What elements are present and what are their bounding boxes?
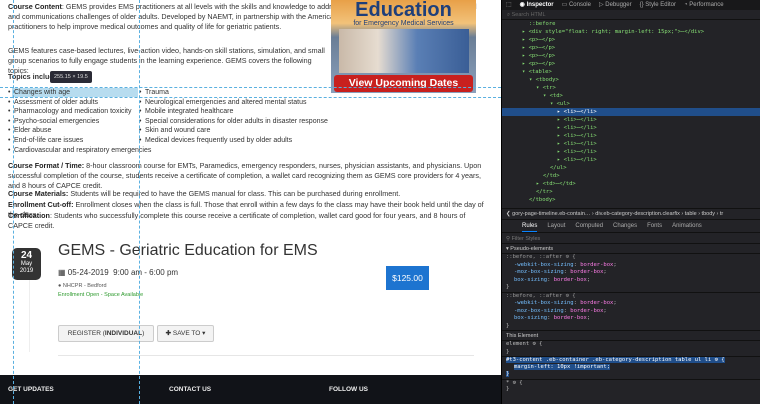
tree-node[interactable]: ▸ <li>⋯</li> bbox=[502, 108, 760, 116]
timeline-line bbox=[29, 280, 30, 352]
pseudo-elements-header[interactable]: ▾ Pseudo-elements bbox=[502, 244, 760, 254]
price-badge: $125.00 bbox=[386, 266, 429, 290]
tree-node[interactable]: ▾ <ul> bbox=[502, 100, 760, 108]
selected-rule-property[interactable]: margin-left: 10px !important; bbox=[514, 363, 611, 370]
topic-item: Pharmacology and medication toxicity bbox=[8, 107, 151, 117]
breadcrumb[interactable]: ❮ gory-page-timeline.eb-contain… › div.e… bbox=[502, 208, 760, 220]
rules-tab-changes[interactable]: Changes bbox=[613, 220, 637, 232]
format-paragraph: Course Format / Time: 8-hour classroom c… bbox=[8, 161, 482, 190]
tree-node[interactable]: ▸ <li>⋯</li> bbox=[502, 156, 760, 164]
tree-node[interactable]: ::before bbox=[502, 20, 760, 28]
tree-node[interactable]: ▸ <p>⋯</p> bbox=[502, 36, 760, 44]
materials-paragraph: Course Materials: Students will be requi… bbox=[8, 189, 401, 198]
pick-element-icon[interactable]: ⬚ bbox=[506, 0, 512, 10]
css-declaration[interactable]: -webkit-box-sizing: border-box; bbox=[502, 262, 760, 270]
css-declaration[interactable]: -moz-box-sizing: border-box; bbox=[502, 269, 760, 277]
topics-list-left: Changes with ageAssessment of older adul… bbox=[8, 88, 151, 155]
tree-node[interactable]: </ul> bbox=[502, 164, 760, 172]
footer-contact-us: CONTACT US bbox=[169, 386, 212, 393]
divider bbox=[58, 355, 474, 356]
guide-line bbox=[0, 87, 501, 88]
save-to-dropdown[interactable]: ✚ SAVE TO ▾ bbox=[157, 325, 214, 342]
html-tree: ::before ▸ <div style="float: right; marg… bbox=[502, 20, 760, 204]
topic-item: End-of-life care issues bbox=[8, 136, 151, 146]
inspector-tooltip: 255.15 × 19.5 bbox=[50, 71, 92, 83]
topic-item: Psycho-social emergencies bbox=[8, 117, 151, 127]
rules-pane: ⚲ Filter Styles ▾ Pseudo-elements ::befo… bbox=[502, 234, 760, 394]
console-icon: ▭ bbox=[561, 2, 569, 8]
topic-item: Cardiovascular and respiratory emergenci… bbox=[8, 146, 151, 156]
css-declaration[interactable]: box-sizing: border-box; bbox=[502, 315, 760, 323]
tree-node[interactable]: ▸ <td>⋯</td> bbox=[502, 180, 760, 188]
search-html-input[interactable]: ⌕ Search HTML bbox=[502, 10, 760, 20]
topic-item: Medical devices frequently used by older… bbox=[139, 136, 328, 146]
topic-item: Mobile integrated healthcare bbox=[139, 107, 328, 117]
rules-tab-fonts[interactable]: Fonts bbox=[647, 220, 662, 232]
ad-title: Education bbox=[355, 0, 452, 21]
guide-line bbox=[0, 97, 501, 98]
rules-tab-layout[interactable]: Layout bbox=[547, 220, 565, 232]
guide-line bbox=[13, 0, 14, 404]
selected-rule-selector[interactable]: #t3-content .eb-container .eb-category-d… bbox=[506, 357, 725, 363]
devtools-tab-console[interactable]: ▭ Console bbox=[562, 0, 591, 10]
devtools-tab-style-editor[interactable]: {} Style Editor bbox=[640, 0, 676, 10]
devtools-tab-debugger[interactable]: ▷ Debugger bbox=[599, 0, 632, 10]
css-declaration[interactable]: -moz-box-sizing: border-box; bbox=[502, 308, 760, 316]
tree-node[interactable]: ▸ <li>⋯</li> bbox=[502, 132, 760, 140]
devtools-toolbar: ⬚ ◉ Inspector ▭ Console ▷ Debugger {} Style … bbox=[502, 0, 760, 10]
css-declaration[interactable]: box-sizing: border-box; bbox=[502, 277, 760, 285]
topic-item: Neurological emergencies and altered men… bbox=[139, 98, 328, 108]
rules-tab-rules[interactable]: Rules bbox=[522, 220, 538, 232]
topic-item: Assessment of older adults bbox=[8, 98, 151, 108]
inspector-icon: ◉ bbox=[519, 2, 527, 8]
tree-node[interactable]: ▸ <li>⋯</li> bbox=[502, 148, 760, 156]
devtools-panel: ⬚ ◉ Inspector ▭ Console ▷ Debugger {} Style … bbox=[501, 0, 760, 404]
certification-paragraph: Certification: Students who successfully… bbox=[8, 211, 466, 230]
tree-node[interactable]: ▸ <li>⋯</li> bbox=[502, 116, 760, 124]
this-element-header: This Element bbox=[502, 331, 760, 341]
tree-node[interactable]: ▸ <div style="float: right; margin-left:… bbox=[502, 28, 760, 36]
rules-tab-computed[interactable]: Computed bbox=[575, 220, 603, 232]
tree-node[interactable]: </tr> bbox=[502, 188, 760, 196]
tree-node[interactable]: ▾ <table> bbox=[502, 68, 760, 76]
ad-subtitle: for Emergency Medical Services bbox=[353, 20, 454, 27]
guide-line bbox=[139, 0, 140, 404]
plus-icon: ✚ bbox=[165, 330, 173, 337]
css-declaration[interactable]: -webkit-box-sizing: border-box; bbox=[502, 300, 760, 308]
event-status: Enrollment Open - Space Available bbox=[58, 292, 144, 298]
footer-get-updates: GET UPDATES bbox=[8, 386, 54, 393]
rules-tab-animations[interactable]: Animations bbox=[672, 220, 702, 232]
tree-node[interactable]: ▾ <tbody> bbox=[502, 76, 760, 84]
tree-node[interactable]: ▸ <p>⋯</p> bbox=[502, 52, 760, 60]
rules-tabs: Rules Layout Computed Changes Fonts Animation… bbox=[502, 220, 760, 233]
calendar-icon: ▦ bbox=[58, 268, 68, 277]
topic-item: Skin and wound care bbox=[139, 126, 328, 136]
filter-styles-input[interactable]: ⚲ Filter Styles bbox=[502, 234, 760, 244]
topic-item: Elder abuse bbox=[8, 126, 151, 136]
footer-follow-us: FOLLOW US bbox=[329, 386, 368, 393]
event-date-badge: 24 May 2019 bbox=[12, 248, 41, 280]
web-page: Course Content: GEMS provides EMS practi… bbox=[0, 0, 501, 404]
tree-node[interactable]: ▾ <tr> bbox=[502, 84, 760, 92]
tree-node[interactable]: ▸ <li>⋯</li> bbox=[502, 140, 760, 148]
caret-down-icon: ▾ bbox=[200, 330, 206, 337]
footer: GET UPDATES CONTACT US FOLLOW US bbox=[0, 375, 501, 404]
devtools-tab-performance[interactable]: ◔ Performance bbox=[684, 0, 724, 10]
tree-node[interactable]: ▸ <p>⋯</p> bbox=[502, 44, 760, 52]
ad-photo bbox=[339, 29, 469, 73]
tree-node[interactable]: ▾ <td> bbox=[502, 92, 760, 100]
tree-node[interactable]: </td> bbox=[502, 172, 760, 180]
pseudo-rule-2: ::before, ::after ⚙ {-webkit-box-sizing:… bbox=[502, 293, 760, 331]
devtools-tab-inspector[interactable]: ◉ Inspector bbox=[520, 0, 554, 10]
tree-node[interactable]: ▸ <p>⋯</p> bbox=[502, 60, 760, 68]
pseudo-rule-1: ::before, ::after ⚙ {-webkit-box-sizing:… bbox=[502, 254, 760, 293]
tree-node[interactable]: </tbody> bbox=[502, 196, 760, 204]
event-datetime: ▦ 05-24-2019 9:00 am - 6:00 pm bbox=[58, 268, 179, 277]
tree-node[interactable]: ▸ <li>⋯</li> bbox=[502, 124, 760, 132]
topic-item: Special considerations for older adults … bbox=[139, 117, 328, 127]
event-title[interactable]: GEMS - Geriatric Education for EMS bbox=[58, 243, 318, 259]
